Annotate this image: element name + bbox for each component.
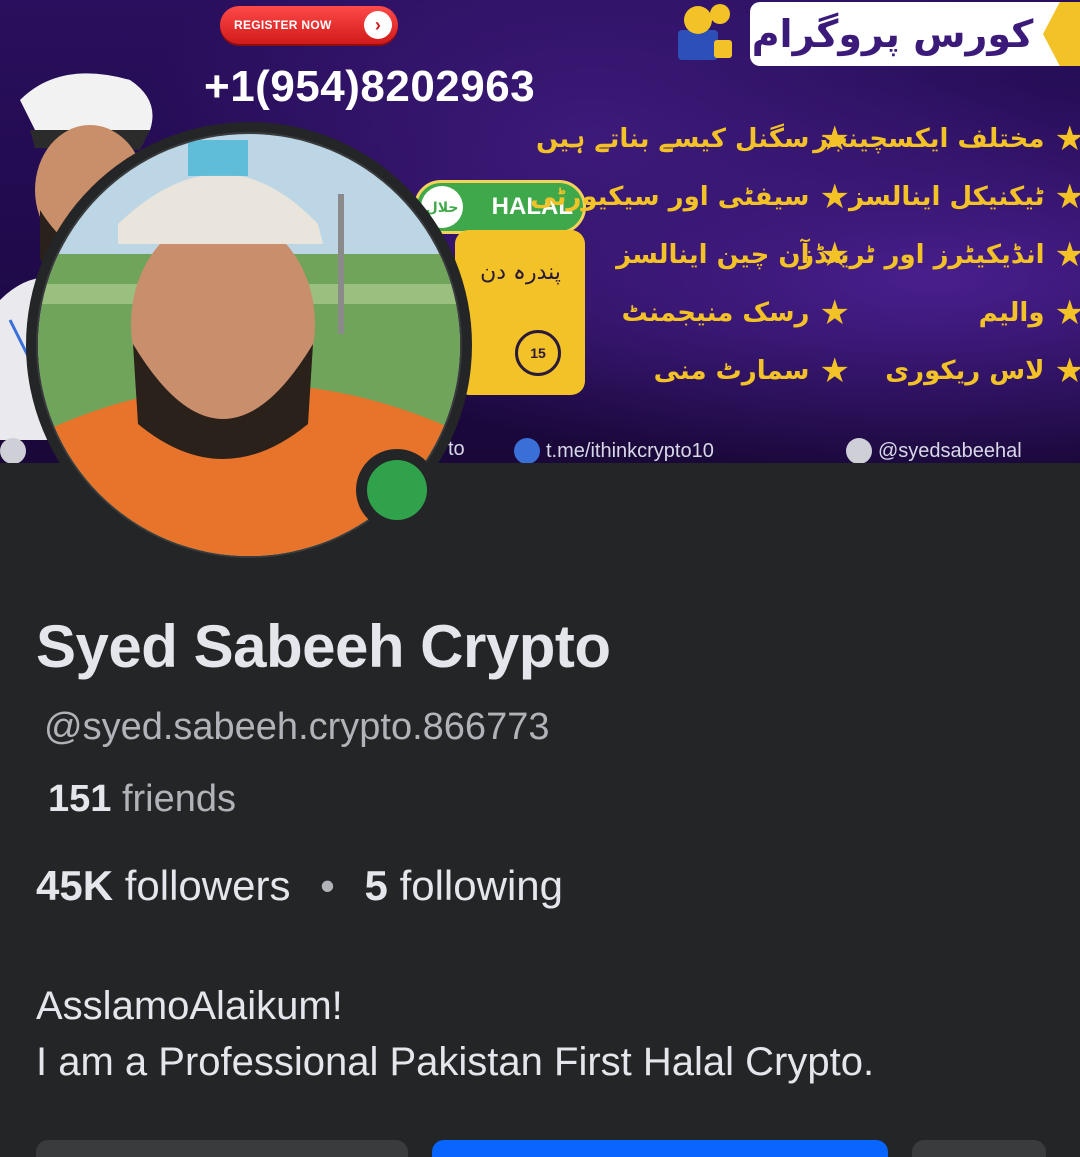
- feature-item: ★ رسک منیجمنٹ: [621, 293, 850, 333]
- feature-item: ★ لاس ریکوری: [855, 342, 1080, 400]
- cover-x-link: @syedsabeehal: [846, 438, 1022, 463]
- bio-line: AsslamoAlaikum!: [36, 984, 343, 1028]
- star-icon: ★: [1054, 119, 1080, 159]
- primary-action-button[interactable]: [432, 1140, 888, 1157]
- stats-separator: •: [320, 862, 335, 909]
- star-icon: ★: [1054, 351, 1080, 391]
- course-program-banner: کورس پروگرام: [750, 2, 1080, 66]
- followers-count: 45K: [36, 862, 114, 909]
- profile-name: Syed Sabeeh Crypto: [36, 613, 611, 680]
- fifteen-day-box: پندرہ دن 15: [455, 230, 585, 395]
- followers-link[interactable]: 45K followers: [36, 862, 302, 909]
- star-icon: ★: [1054, 235, 1080, 275]
- cover-telegram-link: t.me/ithinkcrypto10: [514, 438, 714, 463]
- follow-stats: 45K followers • 5 following: [36, 862, 563, 910]
- cover-search-item: [0, 438, 26, 463]
- online-status-indicator: [356, 449, 438, 531]
- friends-count-label: friends: [121, 778, 237, 820]
- feature-item: ★ والیم: [855, 284, 1080, 342]
- fifteen-day-label: پندرہ دن: [480, 260, 561, 285]
- telegram-icon: [514, 438, 540, 463]
- followers-label: followers: [124, 862, 291, 909]
- register-now-label: REGISTER NOW: [234, 18, 332, 32]
- friends-count[interactable]: 151 friends: [48, 778, 236, 821]
- profile-bio: AsslamoAlaikum! I am a Professional Paki…: [36, 978, 1056, 1090]
- cover-social-link: to: [448, 438, 465, 460]
- feature-item: ★ سیفٹی اور سیکیورٹی: [530, 177, 850, 217]
- features-list-right: ★ مختلف ایکسچینجز ★ ٹیکنیکل اینالسز ★ انڈیک…: [799, 110, 1080, 400]
- star-icon: ★: [819, 351, 850, 391]
- following-label: following: [399, 862, 563, 909]
- star-icon: ★: [1054, 293, 1080, 333]
- cover-phone-number: +1(954)8202963: [204, 62, 536, 111]
- feature-item: ★ سگنل کیسے بناتے ہیں: [536, 119, 850, 159]
- secondary-action-button[interactable]: [36, 1140, 408, 1157]
- friends-count-number: 151: [48, 778, 112, 820]
- feature-item: ★ سمارٹ منی: [653, 351, 850, 391]
- profile-page: REGISTER NOW › +1(954)8202963 کورس پروگر…: [0, 0, 1080, 1157]
- profile-username: @syed.sabeeh.crypto.866773: [44, 706, 550, 748]
- search-icon: [0, 438, 26, 463]
- trophy-icon: [678, 4, 732, 60]
- feature-item: ★ انڈیکیٹرز اور ٹرینڈز: [799, 226, 1080, 284]
- register-now-button[interactable]: REGISTER NOW ›: [220, 6, 398, 44]
- following-link[interactable]: 5 following: [365, 862, 563, 909]
- feature-item: ★ مختلف ایکسچینجز: [813, 110, 1080, 168]
- more-options-button[interactable]: [912, 1140, 1046, 1157]
- star-icon: ★: [819, 293, 850, 333]
- bio-line: I am a Professional Pakistan First Halal…: [36, 1040, 875, 1084]
- clock-icon: 15: [515, 330, 561, 376]
- star-icon: ★: [1054, 177, 1080, 217]
- x-icon: [846, 438, 872, 463]
- following-count: 5: [364, 862, 388, 909]
- star-icon: ★: [819, 177, 850, 217]
- arrow-right-icon: ›: [364, 11, 392, 39]
- feature-item: ★ ٹیکنیکل اینالسز: [849, 168, 1080, 226]
